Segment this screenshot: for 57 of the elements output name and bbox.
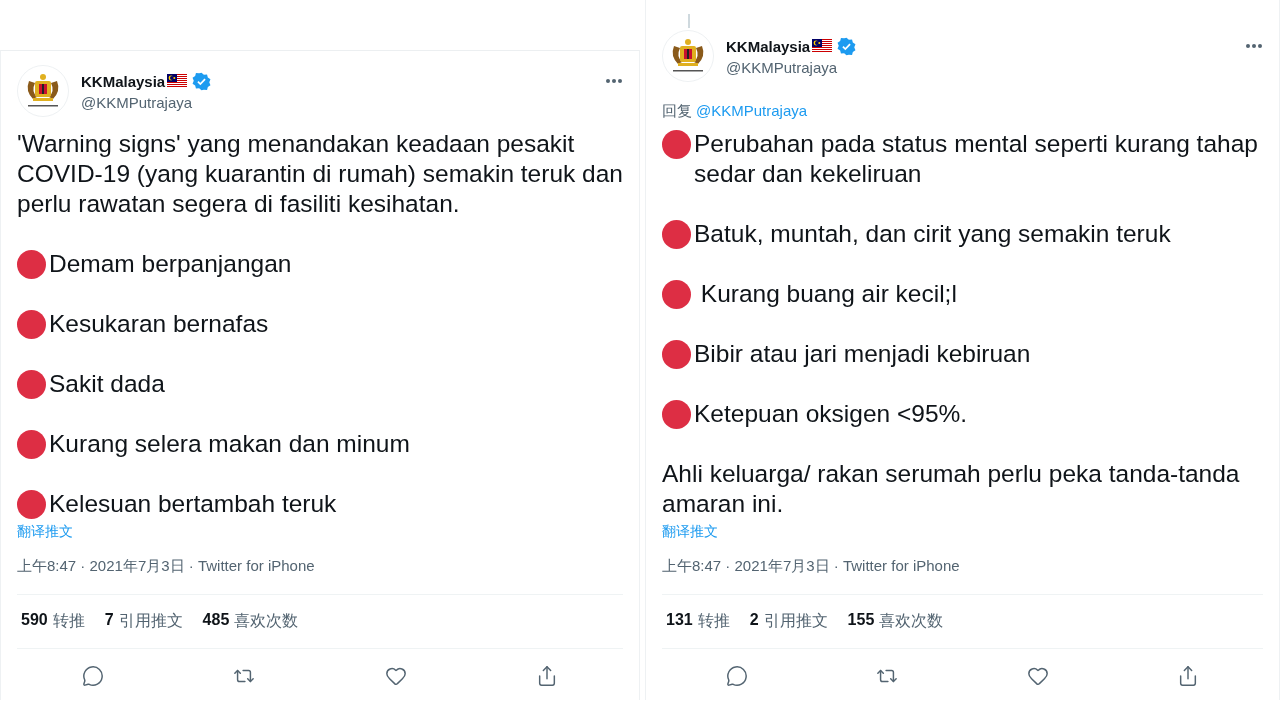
verified-badge-icon [837, 36, 857, 56]
bullet-icon [17, 490, 46, 519]
account-handle: @KKMPutrajaya [726, 58, 839, 76]
warning-sign-text: Kelesuan bertambah teruk [49, 489, 337, 519]
warning-sign-text: Demam berpanjangan [49, 249, 292, 279]
bullet-icon [662, 220, 691, 249]
warning-sign-text: Kurang buang air kecil;l [699, 279, 957, 309]
warning-sign-text: Kurang selera makan dan minum [49, 429, 410, 459]
bullet-icon [662, 280, 691, 309]
tweet-text: Ahli keluarga/ rakan serumah perlu peka tanda-tanda amaran ini. [662, 459, 1241, 519]
reply-icon[interactable] [726, 665, 749, 687]
account-handle: @KKMPutrajaya [81, 93, 194, 111]
tweet-timestamp: 上午8:47 · 2021年7月3日 · Twitter for iPhone [17, 557, 623, 595]
like-icon[interactable] [384, 665, 407, 687]
stat-label: 喜欢次数 [234, 611, 299, 631]
reply-icon[interactable] [81, 665, 104, 687]
warning-sign-text: Sakit dada [49, 369, 165, 399]
bullet-icon [662, 400, 691, 429]
translate-link[interactable]: 翻译推文 [17, 523, 73, 541]
bullet-icon [662, 130, 691, 159]
stat-count: 7 [104, 611, 114, 630]
flag-icon [812, 39, 833, 53]
reply-label: 回复 [662, 102, 692, 121]
stat-count: 485 [202, 611, 230, 630]
warning-sign-text: Kesukaran bernafas [49, 309, 269, 339]
stat-label: 转推 [697, 611, 730, 631]
verified-badge-icon [192, 71, 212, 91]
stat-count: 131 [666, 611, 693, 630]
stat-label: 喜欢次数 [879, 611, 944, 631]
bullet-icon [17, 250, 46, 279]
stat-count: 2 [749, 611, 759, 630]
tweet-text: 'Warning signs' yang menandakan keadaan pesakit COVID-19 (yang kuarantin di rumah) semakin teruk dan perlu rawatan segera di fasiliti kesihatan. [17, 129, 623, 219]
warning-sign-text: Bibir atau jari menjadi kebiruan [694, 339, 1031, 369]
stat-label: 引用推文 [763, 611, 828, 631]
bullet-icon [17, 430, 46, 459]
mention-link[interactable]: @KKMPutrajaya [696, 102, 808, 121]
more-icon[interactable] [1245, 43, 1263, 49]
stat-count: 590 [21, 611, 48, 630]
bullet-icon [17, 370, 46, 399]
avatar-emblem-drawing [662, 30, 714, 82]
avatar-emblem-drawing [17, 65, 69, 117]
thread-line [688, 14, 690, 28]
bullet-icon [662, 340, 691, 369]
warning-sign-text: Batuk, muntah, dan cirit yang semakin teruk [694, 219, 1171, 249]
stat-label: 转推 [52, 611, 85, 631]
translate-link[interactable]: 翻译推文 [662, 523, 718, 541]
stat-label: 引用推文 [118, 611, 183, 631]
account-name: KKMalaysia [81, 72, 166, 90]
stat-count: 155 [847, 611, 875, 630]
warning-sign-text: Perubahan pada status mental seperti kurang tahap sedar dan kekeliruan [694, 129, 1259, 189]
like-icon[interactable] [1026, 665, 1049, 687]
account-name: KKMalaysia [726, 37, 811, 55]
more-icon[interactable] [605, 78, 623, 84]
tweet-timestamp: 上午8:47 · 2021年7月3日 · Twitter for iPhone [662, 557, 1263, 595]
warning-sign-text: Ketepuan oksigen <95%. [694, 399, 968, 429]
bullet-icon [17, 310, 46, 339]
flag-icon [167, 74, 188, 88]
